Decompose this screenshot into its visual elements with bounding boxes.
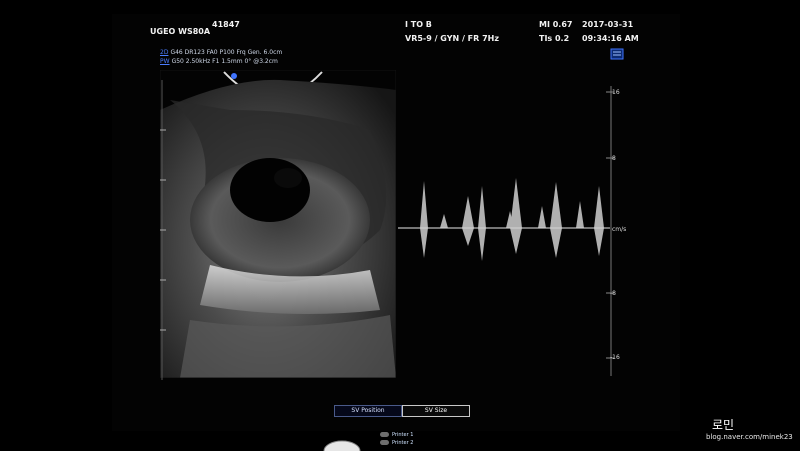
mi-value: MI 0.67 <box>539 20 573 29</box>
system-name: UGEO WS80A <box>150 27 211 36</box>
mode-pw-params: G50 2.50kHz F1 1.5mm 0° @3.2cm <box>171 58 278 65</box>
exam-time: 09:34:16 AM <box>582 34 639 43</box>
scale-tick-8: 8 <box>612 155 616 162</box>
params-2d-row: 2D G46 DR123 FA0 P100 Frq Gen. 6.0cm <box>160 49 282 56</box>
patient-id: 41847 <box>212 20 240 29</box>
printer-1-label: Printer 1 <box>392 432 414 438</box>
printer-2-label: Printer 2 <box>392 440 414 446</box>
scale-tick-neg16: -16 <box>610 354 620 361</box>
exam-date: 2017-03-31 <box>582 20 634 29</box>
mode-2d-params: G46 DR123 FA0 P100 Frq Gen. 6.0cm <box>170 49 283 56</box>
sv-position-button[interactable]: SV Position <box>334 405 402 417</box>
probe-preset: VR5-9 / GYN / FR 7Hz <box>405 34 499 43</box>
watermark-name: 로민 <box>712 418 735 432</box>
params-pw-row: PW G50 2.50kHz F1 1.5mm 0° @3.2cm <box>160 58 278 65</box>
bmode-image[interactable] <box>160 70 396 378</box>
mode-pw-label: PW <box>160 58 170 65</box>
depth-scale <box>160 80 166 380</box>
printer-1-icon <box>380 432 389 437</box>
velocity-unit: cm/s <box>612 226 627 233</box>
trackball-icon <box>323 440 361 451</box>
probe-orientation-icon <box>610 48 624 60</box>
mode-2d-label: 2D <box>160 49 169 56</box>
scale-tick-16: 16 <box>612 89 620 96</box>
sv-size-button[interactable]: SV Size <box>402 405 470 417</box>
scale-tick-neg8: -8 <box>610 290 616 297</box>
printer-1[interactable]: Printer 1 <box>380 432 413 438</box>
tis-value: TIs 0.2 <box>539 34 570 43</box>
exam-mode: I TO B <box>405 20 432 29</box>
printer-2-icon <box>380 440 389 445</box>
pw-doppler-spectrum[interactable] <box>398 86 618 376</box>
printer-2[interactable]: Printer 2 <box>380 440 413 446</box>
watermark-url: blog.naver.com/minek23 <box>706 433 793 441</box>
